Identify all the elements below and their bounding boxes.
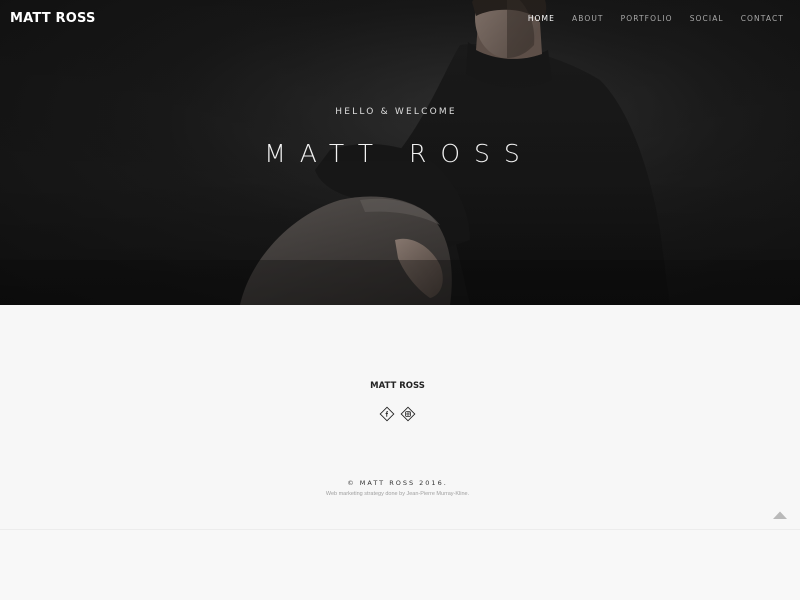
nav-social[interactable]: SOCIAL xyxy=(690,14,724,23)
site-logo[interactable]: MATT ROSS xyxy=(10,11,96,26)
instagram-button[interactable] xyxy=(400,406,416,422)
page: MATT ROSS HOME ABOUT PORTFOLIO SOCIAL CO… xyxy=(0,0,800,600)
facebook-button[interactable] xyxy=(379,406,395,422)
social-links xyxy=(0,406,795,422)
main-nav: HOME ABOUT PORTFOLIO SOCIAL CONTACT xyxy=(528,14,784,23)
page-bottom xyxy=(0,530,800,600)
copyright-text: © MATT ROSS 2016. xyxy=(347,479,448,487)
instagram-icon xyxy=(400,406,416,422)
footer: MATT ROSS © MATT ROSS 2016. Web marketin… xyxy=(0,305,800,530)
hero-section: MATT ROSS HOME ABOUT PORTFOLIO SOCIAL CO… xyxy=(0,0,800,305)
nav-about[interactable]: ABOUT xyxy=(572,14,604,23)
footer-name: MATT ROSS xyxy=(370,381,425,391)
credit-text: Web marketing strategy done by Jean-Pier… xyxy=(325,491,470,497)
nav-contact[interactable]: CONTACT xyxy=(741,14,784,23)
nav-portfolio[interactable]: PORTFOLIO xyxy=(621,14,673,23)
scroll-to-top-button[interactable] xyxy=(772,507,788,519)
caret-up-icon xyxy=(773,511,787,519)
hero-title: MATT ROSS xyxy=(264,139,534,168)
hero-subtitle: HELLO & WELCOME xyxy=(335,107,457,117)
facebook-icon xyxy=(379,406,395,422)
nav-home[interactable]: HOME xyxy=(528,14,555,23)
